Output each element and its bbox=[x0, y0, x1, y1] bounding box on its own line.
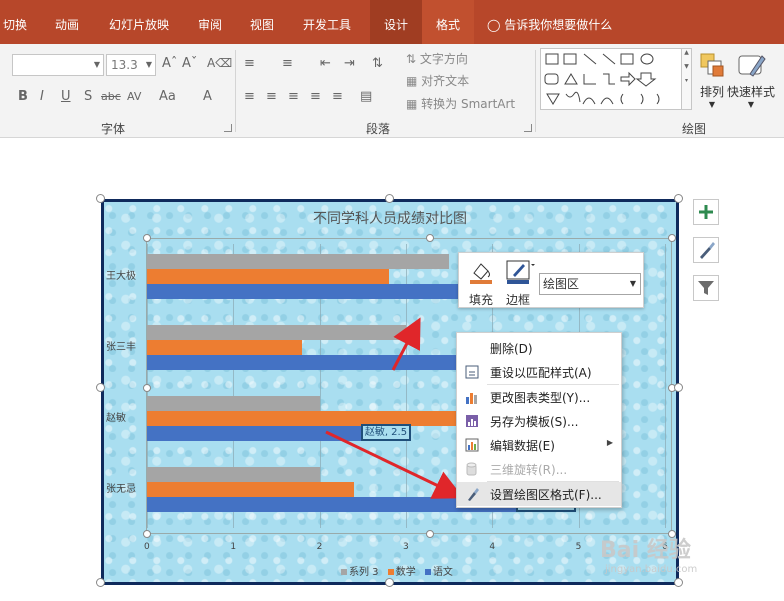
save-template-icon bbox=[466, 415, 478, 427]
menu-item-reset-style[interactable]: 重设以匹配样式(A) bbox=[457, 360, 621, 384]
pen-icon bbox=[506, 260, 535, 284]
reset-style-icon bbox=[465, 365, 479, 379]
context-menu: 删除(D) 重设以匹配样式(A) 更改图表类型(Y)... 另存为模板(S)..… bbox=[456, 332, 622, 508]
menu-item-label: 更改图表类型(Y)... bbox=[490, 391, 591, 405]
menu-item-3d-rotation: 三维旋转(R)... bbox=[457, 457, 621, 481]
menu-item-label: 设置绘图区格式(F)... bbox=[490, 488, 602, 502]
menu-item-edit-data[interactable]: 编辑数据(E) ▶ bbox=[457, 433, 621, 457]
fill-label: 填充 bbox=[469, 293, 494, 307]
menu-item-label: 另存为模板(S)... bbox=[490, 415, 579, 429]
chart-type-icon bbox=[466, 393, 477, 404]
menu-item-format-plot-area[interactable]: 设置绘图区格式(F)... bbox=[457, 482, 621, 506]
menu-item-save-template[interactable]: 另存为模板(S)... bbox=[457, 409, 621, 433]
menu-item-label: 三维旋转(R)... bbox=[490, 463, 568, 477]
arrow-to-plot bbox=[391, 317, 421, 371]
chart-element-value: 绘图区 bbox=[543, 277, 580, 291]
fill-button[interactable] bbox=[468, 259, 494, 285]
baidu-watermark-url: jingyan.baidu.com bbox=[605, 564, 698, 575]
baidu-watermark: Bai 经验 bbox=[600, 538, 691, 563]
format-plot-area-icon bbox=[468, 488, 479, 501]
chevron-down-icon: ▼ bbox=[629, 279, 636, 288]
menu-item-label: 重设以匹配样式(A) bbox=[490, 366, 592, 380]
menu-item-delete[interactable]: 删除(D) bbox=[457, 336, 621, 360]
chart-element-select[interactable]: 绘图区 ▼ bbox=[539, 273, 641, 295]
edit-data-icon bbox=[465, 438, 479, 452]
arrow-to-menu-item bbox=[325, 430, 464, 499]
menu-item-change-chart-type[interactable]: 更改图表类型(Y)... bbox=[457, 385, 621, 409]
outline-label: 边框 bbox=[506, 293, 531, 307]
menu-item-label: 编辑数据(E) bbox=[490, 439, 555, 453]
menu-item-label: 删除(D) bbox=[490, 342, 533, 356]
annotation-arrows bbox=[325, 317, 464, 499]
3d-rotation-icon bbox=[466, 462, 477, 476]
outline-button[interactable] bbox=[505, 259, 535, 285]
mini-toolbar: 填充 边框 绘图区 ▼ bbox=[458, 252, 644, 308]
submenu-arrow-icon: ▶ bbox=[606, 438, 613, 447]
paint-bucket-icon bbox=[470, 263, 492, 284]
